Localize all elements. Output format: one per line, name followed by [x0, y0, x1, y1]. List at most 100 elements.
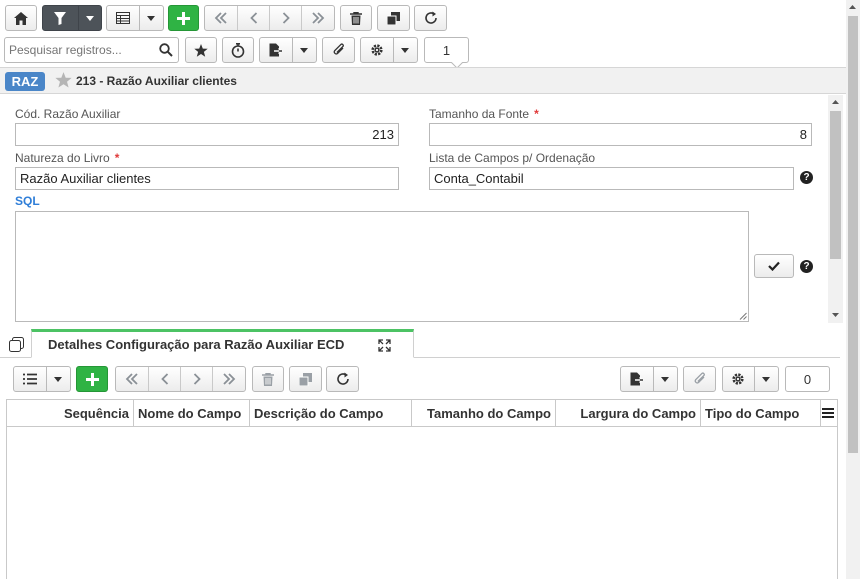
trash-icon [350, 11, 362, 25]
first-icon [214, 12, 227, 24]
tab-detalhes[interactable]: Detalhes Configuração para Razão Auxilia… [31, 329, 414, 358]
scroll-up-icon[interactable] [849, 5, 856, 9]
prev-record-button[interactable] [237, 6, 269, 30]
menu-icon[interactable] [822, 408, 834, 418]
page-scrollbar-thumb[interactable] [848, 16, 858, 453]
sql-textarea[interactable] [15, 211, 749, 322]
scroll-down-icon[interactable] [832, 313, 839, 317]
detail-add-button[interactable] [76, 366, 108, 392]
home-button[interactable] [5, 5, 37, 31]
refresh-icon [424, 11, 437, 24]
detail-settings-split-button[interactable] [722, 366, 779, 392]
caret-down-icon [401, 47, 410, 53]
caret-down-icon [54, 376, 63, 382]
caret-down-icon [147, 15, 156, 21]
grid-header: Sequência Nome do Campo Descrição do Cam… [7, 400, 837, 427]
last-record-button[interactable] [301, 6, 333, 30]
gear-icon [371, 44, 383, 56]
expand-icon[interactable] [378, 339, 391, 352]
detail-last-button[interactable] [212, 367, 244, 391]
detail-list-split-button[interactable] [13, 366, 71, 392]
col-descricao-campo[interactable]: Descrição do Campo [250, 400, 412, 427]
detail-copy-button[interactable] [289, 366, 322, 392]
filter-button[interactable] [43, 6, 78, 30]
detail-prev-button[interactable] [148, 367, 180, 391]
search-icon[interactable] [159, 43, 173, 57]
detail-next-button[interactable] [180, 367, 212, 391]
detail-export-button[interactable] [621, 367, 653, 391]
detail-record-counter[interactable]: 0 [785, 366, 830, 392]
filter-dropdown-button[interactable] [77, 6, 101, 30]
sql-label: SQL [15, 194, 40, 208]
detail-refresh-button[interactable] [326, 366, 359, 392]
windows-icon[interactable] [9, 337, 24, 352]
detail-settings-dropdown-button[interactable] [753, 367, 778, 391]
export-split-button[interactable] [259, 37, 317, 63]
filter-split-button[interactable] [42, 5, 102, 31]
detail-export-split-button[interactable] [620, 366, 678, 392]
col-tipo-campo[interactable]: Tipo do Campo [701, 400, 821, 427]
tamanho-field[interactable]: 8 [429, 123, 812, 146]
last-icon [222, 373, 235, 385]
view-dropdown-button[interactable] [138, 6, 163, 30]
attachment-button[interactable] [322, 37, 355, 63]
col-tamanho-campo[interactable]: Tamanho do Campo [412, 400, 556, 427]
export-dropdown-button[interactable] [291, 38, 316, 62]
detail-export-dropdown-button[interactable] [652, 367, 677, 391]
help-icon[interactable]: ? [800, 171, 813, 184]
detail-first-button[interactable] [116, 367, 148, 391]
delete-button[interactable] [340, 5, 372, 31]
first-icon [125, 373, 138, 385]
caret-down-icon [661, 376, 670, 382]
page-scrollbar[interactable] [846, 0, 860, 579]
filter-icon [54, 11, 67, 25]
record-title: 213 - Razão Auxiliar clientes [76, 74, 237, 88]
plus-icon [177, 11, 190, 25]
gear-icon [732, 373, 745, 385]
form-scrollbar[interactable] [828, 95, 843, 323]
export-button[interactable] [260, 38, 292, 62]
settings-dropdown-button[interactable] [392, 38, 417, 62]
settings-button[interactable] [361, 38, 393, 62]
prev-icon [249, 12, 257, 24]
copy-icon [299, 372, 312, 386]
export-icon [269, 43, 283, 57]
validate-sql-button[interactable] [754, 254, 794, 278]
next-icon [193, 373, 201, 385]
settings-split-button[interactable] [360, 37, 418, 63]
view-split-button[interactable] [106, 5, 164, 31]
col-largura-campo[interactable]: Largura do Campo [556, 400, 701, 427]
star-icon[interactable] [55, 72, 72, 88]
record-header: RAZ 213 - Razão Auxiliar clientes [0, 67, 846, 94]
cod-field[interactable]: 213 [15, 123, 399, 146]
plus-icon [85, 372, 99, 386]
cod-label: Cód. Razão Auxiliar [15, 107, 121, 121]
next-record-button[interactable] [269, 6, 301, 30]
detail-list-button[interactable] [14, 367, 46, 391]
search-input[interactable] [5, 38, 150, 62]
tab-label: Detalhes Configuração para Razão Auxilia… [48, 337, 345, 352]
add-button[interactable] [168, 5, 199, 31]
detail-attachment-button[interactable] [683, 366, 716, 392]
resize-handle-icon[interactable] [739, 312, 747, 320]
detail-settings-button[interactable] [723, 367, 754, 391]
record-counter[interactable]: 1 [424, 37, 469, 63]
timer-button[interactable] [222, 37, 254, 63]
lista-field[interactable]: Conta_Contabil [429, 167, 794, 190]
detail-delete-button[interactable] [252, 366, 284, 392]
favorites-button[interactable] [185, 37, 217, 63]
table-view-button[interactable] [107, 6, 139, 30]
form-scrollbar-thumb[interactable] [830, 111, 841, 259]
caret-down-icon [300, 47, 309, 53]
natureza-field[interactable]: Razão Auxiliar clientes [15, 167, 399, 190]
refresh-button[interactable] [414, 5, 447, 31]
copy-button[interactable] [377, 5, 410, 31]
star-icon [194, 43, 208, 57]
first-record-button[interactable] [205, 6, 237, 30]
help-icon[interactable]: ? [800, 260, 813, 273]
col-nome-campo[interactable]: Nome do Campo [134, 400, 250, 427]
check-icon [768, 261, 780, 271]
col-sequencia[interactable]: Sequência [7, 400, 134, 427]
detail-list-dropdown-button[interactable] [45, 367, 70, 391]
scroll-up-icon[interactable] [832, 100, 839, 104]
